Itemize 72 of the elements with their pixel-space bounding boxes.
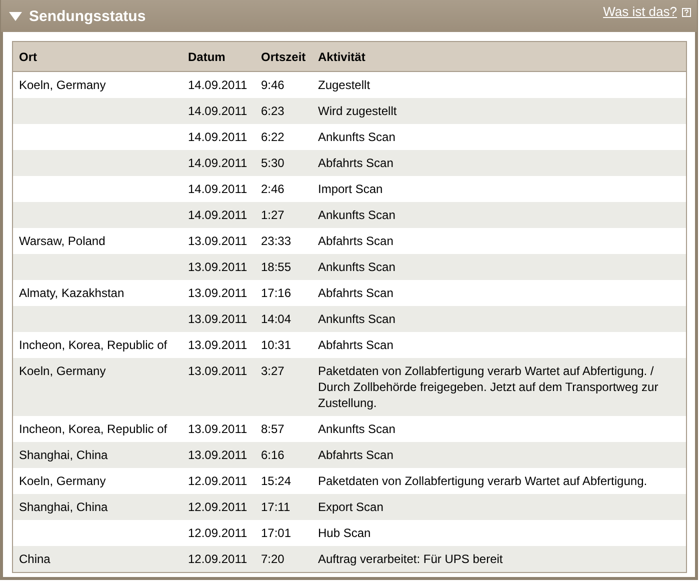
table-cell: Incheon, Korea, Republic of [12,416,182,442]
table-cell: 7:20 [255,546,312,572]
table-cell: 10:31 [255,332,312,358]
panel-title: Sendungsstatus [29,8,146,24]
table-cell: 12.09.2011 [182,546,255,572]
table-cell: Koeln, Germany [12,358,182,416]
table-cell: 12.09.2011 [182,468,255,494]
table-cell: 6:22 [255,124,312,150]
table-cell: 13.09.2011 [182,358,255,416]
table-cell: 6:16 [255,442,312,468]
table-cell: 13.09.2011 [182,280,255,306]
table-cell: 12.09.2011 [182,494,255,520]
table-cell: Shanghai, China [12,442,182,468]
table-cell: Ankunfts Scan [312,254,686,280]
table-cell: Incheon, Korea, Republic of [12,332,182,358]
help-link[interactable]: Was ist das? [603,4,677,19]
table-cell: 3:27 [255,358,312,416]
table-cell: Hub Scan [312,520,686,546]
table-cell: Wird zugestellt [312,98,686,124]
table-cell: Abfahrts Scan [312,280,686,306]
collapse-triangle-icon[interactable] [9,12,22,20]
table-cell: 14:04 [255,306,312,332]
column-header: Ortszeit [255,42,312,72]
table-cell: 17:16 [255,280,312,306]
table-cell: 9:46 [255,72,312,98]
table-cell: Warsaw, Poland [12,228,182,254]
column-header: Datum [182,42,255,72]
table-cell: Abfahrts Scan [312,228,686,254]
table-cell: Ankunfts Scan [312,416,686,442]
table-cell: 14.09.2011 [182,150,255,176]
table-cell: Export Scan [312,494,686,520]
help-icon [682,8,691,17]
table-cell: 2:46 [255,176,312,202]
table-cell: 14.09.2011 [182,176,255,202]
table-cell: 13.09.2011 [182,442,255,468]
table-cell: 13.09.2011 [182,254,255,280]
table-cell: Ankunfts Scan [312,202,686,228]
table-cell: 8:57 [255,416,312,442]
table-cell: 13.09.2011 [182,306,255,332]
table-cell: 23:33 [255,228,312,254]
table-cell: Abfahrts Scan [312,150,686,176]
table-cell: 14.09.2011 [182,72,255,98]
table-cell: Import Scan [312,176,686,202]
table-cell: Shanghai, China [12,494,182,520]
table-cell: 17:11 [255,494,312,520]
table-cell: China [12,546,182,572]
table-cell: 13.09.2011 [182,416,255,442]
table-cell: Abfahrts Scan [312,332,686,358]
table-cell: 6:23 [255,98,312,124]
table-cell: Paketdaten von Zollabfertigung verarb Wartet auf Abfertigung. / Durch Zollbehörde freigegeben. Jetzt auf dem Transportweg zur Zustellung. [312,358,686,416]
table-cell: 12.09.2011 [182,520,255,546]
table-cell: Koeln, Germany [12,72,182,98]
table-cell: 5:30 [255,150,312,176]
table-cell: Ankunfts Scan [312,124,686,150]
table-cell: 14.09.2011 [182,202,255,228]
table-cell: Auftrag verarbeitet: Für UPS bereit [312,546,686,572]
table-cell: 14.09.2011 [182,98,255,124]
table-cell: 18:55 [255,254,312,280]
table-cell: 1:27 [255,202,312,228]
table-cell: 13.09.2011 [182,228,255,254]
table-cell: Ankunfts Scan [312,306,686,332]
table-cell: Abfahrts Scan [312,442,686,468]
table-cell: Almaty, Kazakhstan [12,280,182,306]
column-header: Ort [12,42,182,72]
table-cell: 14.09.2011 [182,124,255,150]
table-cell: Koeln, Germany [12,468,182,494]
column-header: Aktivität [312,42,686,72]
table-cell: 13.09.2011 [182,332,255,358]
table-cell: 17:01 [255,520,312,546]
table-cell: 15:24 [255,468,312,494]
table-cell: Zugestellt [312,72,686,98]
table-cell: Paketdaten von Zollabfertigung verarb Wartet auf Abfertigung. [312,468,686,494]
